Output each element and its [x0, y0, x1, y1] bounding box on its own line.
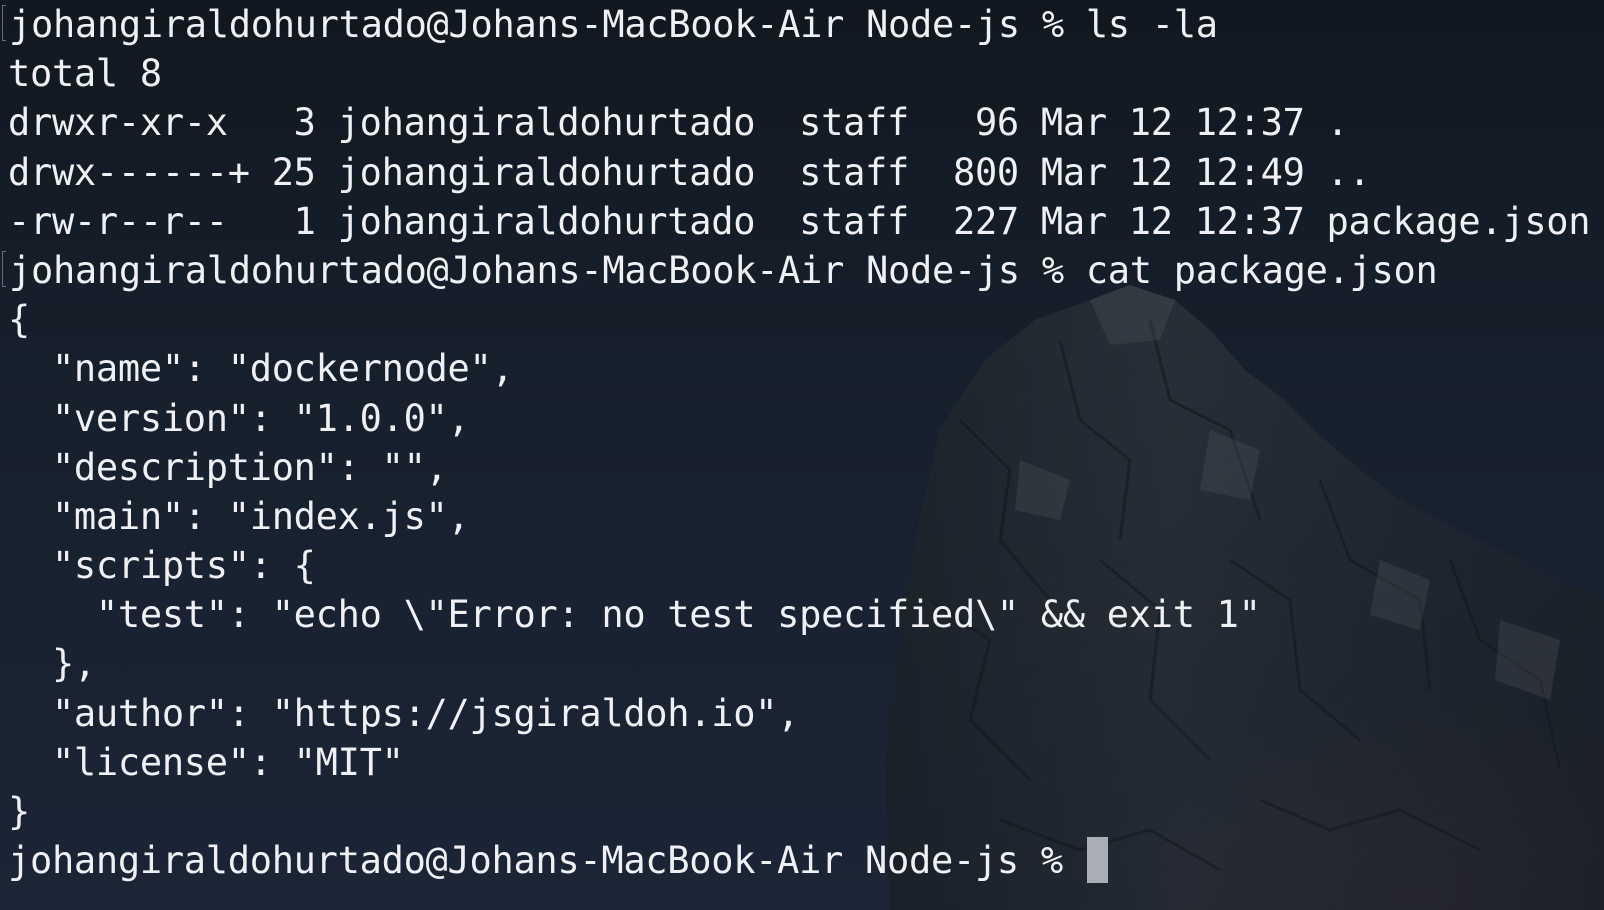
command-line: johangiraldohurtado@Johans-MacBook-Air N…: [2, 246, 1590, 295]
command-text: cat package.json: [1085, 248, 1438, 292]
text-cursor[interactable]: [1086, 837, 1108, 884]
output-line: "version": "1.0.0",: [8, 396, 470, 440]
shell-prompt: johangiraldohurtado@Johans-MacBook-Air N…: [9, 3, 1086, 46]
command-line: johangiraldohurtado@Johans-MacBook-Air N…: [2, 0, 1590, 49]
command-mark-icon: [2, 250, 6, 287]
terminal-output: johangiraldohurtado@Johans-MacBook-Air N…: [2, 0, 1591, 885]
output-line: "license": "MIT": [8, 740, 404, 784]
output-line: "description": "",: [8, 445, 448, 489]
output-line: "name": "dockernode",: [8, 347, 514, 391]
output-line: drwx------+ 25 johangiraldohurtado staff…: [8, 150, 1371, 194]
output-line: -rw-r--r-- 1 johangiraldohurtado staff 2…: [8, 199, 1591, 243]
terminal-window[interactable]: johangiraldohurtado@Johans-MacBook-Air N…: [0, 0, 1604, 910]
active-prompt-line[interactable]: johangiraldohurtado@Johans-MacBook-Air N…: [8, 836, 1590, 885]
output-line: "test": "echo \"Error: no test specified…: [8, 593, 1261, 637]
shell-prompt: johangiraldohurtado@Johans-MacBook-Air N…: [8, 839, 1085, 883]
output-line: total 8: [8, 52, 162, 96]
command-mark-icon: [2, 5, 6, 41]
output-line: }: [8, 790, 30, 833]
output-line: },: [8, 642, 96, 686]
output-line: "scripts": {: [8, 544, 316, 588]
output-line: "main": "index.js",: [8, 494, 470, 538]
shell-prompt: johangiraldohurtado@Johans-MacBook-Air N…: [9, 248, 1086, 292]
command-text: ls -la: [1085, 3, 1218, 46]
output-line: "author": "https://jsgiraldoh.io",: [8, 691, 800, 735]
output-line: {: [8, 298, 30, 342]
output-line: drwxr-xr-x 3 johangiraldohurtado staff 9…: [8, 101, 1349, 145]
